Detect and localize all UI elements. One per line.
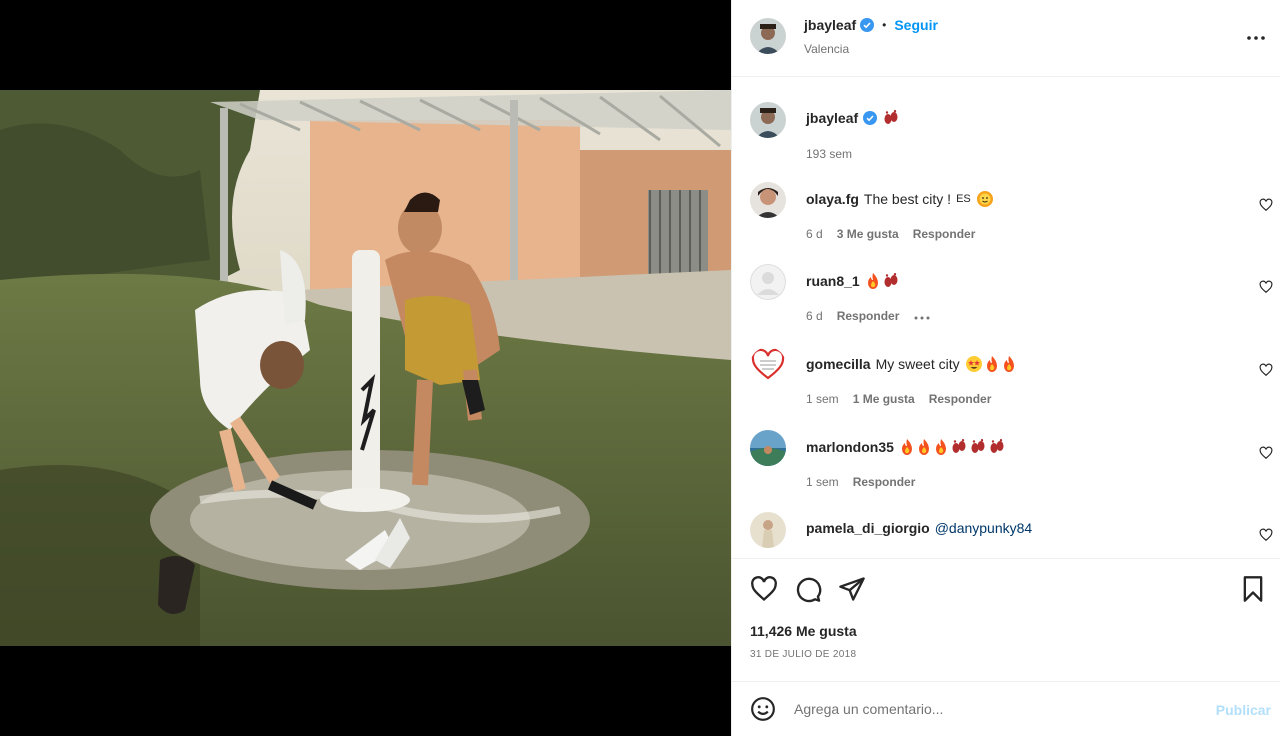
caption-avatar[interactable] xyxy=(750,102,786,138)
fire-icon xyxy=(1003,356,1014,372)
comment-avatar[interactable] xyxy=(750,430,786,466)
comment-time[interactable]: 6 d xyxy=(806,309,823,323)
reply-button[interactable]: Responder xyxy=(929,392,992,406)
heart-icon[interactable] xyxy=(1259,363,1273,377)
heart-icon[interactable] xyxy=(1259,198,1273,212)
comment-body: My sweet city xyxy=(875,356,960,372)
flag-es: ES xyxy=(956,193,971,205)
star-struck-icon xyxy=(965,356,982,372)
comment-input[interactable] xyxy=(794,696,1194,722)
comment-username[interactable]: gomecilla xyxy=(806,356,871,372)
comment-bubble-icon[interactable] xyxy=(794,575,822,603)
add-comment-bar: Publicar xyxy=(732,681,1280,736)
heart-icon[interactable] xyxy=(1259,280,1273,294)
caption-username[interactable]: jbayleaf xyxy=(806,110,858,126)
likes-count[interactable]: 11,426 Me gusta xyxy=(750,623,857,639)
like-heart-icon[interactable] xyxy=(750,575,778,603)
reply-button[interactable]: Responder xyxy=(837,309,900,323)
caption-meta: 193 sem xyxy=(806,147,852,161)
author-line: jbayleaf • Seguir xyxy=(804,17,938,33)
footprints-icon xyxy=(884,273,898,287)
comment-time[interactable]: 1 sem xyxy=(806,475,839,489)
fire-icon xyxy=(918,439,929,455)
emoji-group xyxy=(899,438,1006,456)
footprints-icon xyxy=(952,439,966,453)
footprints-icon xyxy=(990,439,1004,453)
fire-icon xyxy=(935,439,946,455)
comment-likes[interactable]: 1 Me gusta xyxy=(853,392,915,406)
emoji-group xyxy=(865,272,900,290)
comment-text: ruan8_1 xyxy=(806,272,900,290)
comment-options-icon[interactable] xyxy=(913,309,931,323)
reply-button[interactable]: Responder xyxy=(853,475,916,489)
caption-time[interactable]: 193 sem xyxy=(806,147,852,161)
verified-badge-icon xyxy=(860,18,875,32)
comment-text: pamela_di_giorgio @danypunky84 xyxy=(806,520,1032,536)
sun-face-icon xyxy=(976,190,994,208)
emoji-group xyxy=(965,355,1017,373)
post-photo[interactable] xyxy=(0,90,731,646)
more-options-icon[interactable] xyxy=(1244,26,1268,50)
share-send-icon[interactable] xyxy=(838,575,866,603)
comment-text: olaya.fg The best city ! ES xyxy=(806,190,994,208)
separator-dot: • xyxy=(882,18,887,32)
media-panel xyxy=(0,0,731,736)
comment-mention[interactable]: @danypunky84 xyxy=(935,520,1033,536)
fire-icon xyxy=(986,356,997,372)
comment-text: marlondon35 xyxy=(806,438,1006,456)
reply-button[interactable]: Responder xyxy=(913,227,976,241)
verified-badge-icon xyxy=(863,111,878,125)
post-actions: 11,426 Me gusta 31 de julio de 2018 xyxy=(732,558,1280,680)
follow-button[interactable]: Seguir xyxy=(894,17,938,33)
instagram-post-view: jbayleaf • Seguir Valencia jbayleaf 193 … xyxy=(0,0,1280,736)
author-avatar[interactable] xyxy=(750,18,786,54)
comment-meta: 6 d Responder xyxy=(806,309,931,323)
post-details-panel: jbayleaf • Seguir Valencia jbayleaf 193 … xyxy=(731,0,1280,736)
author-username[interactable]: jbayleaf xyxy=(804,17,856,33)
comment-username[interactable]: ruan8_1 xyxy=(806,273,860,289)
comment-username[interactable]: olaya.fg xyxy=(806,191,859,207)
comment-avatar[interactable] xyxy=(750,182,786,218)
comment-username[interactable]: pamela_di_giorgio xyxy=(806,520,930,536)
comment-text: gomecilla My sweet city xyxy=(806,355,1017,373)
comment-avatar[interactable] xyxy=(750,264,786,300)
comment-body: The best city ! xyxy=(863,191,952,207)
comment-meta: 1 sem 1 Me gusta Responder xyxy=(806,392,991,406)
post-date[interactable]: 31 de julio de 2018 xyxy=(750,649,856,660)
comment-time[interactable]: 6 d xyxy=(806,227,823,241)
comment-username[interactable]: marlondon35 xyxy=(806,439,894,455)
post-location[interactable]: Valencia xyxy=(804,42,849,56)
comment-meta: 1 sem Responder xyxy=(806,475,915,489)
post-header: jbayleaf • Seguir Valencia xyxy=(732,0,1280,77)
comments-list[interactable]: jbayleaf 193 sem olaya.fg The best city … xyxy=(732,78,1280,558)
comment-avatar[interactable] xyxy=(750,512,786,548)
footprints-icon xyxy=(971,439,985,453)
fire-icon xyxy=(901,439,912,455)
comment-time[interactable]: 1 sem xyxy=(806,392,839,406)
comment-likes[interactable]: 3 Me gusta xyxy=(837,227,899,241)
heart-icon[interactable] xyxy=(1259,528,1273,542)
fire-icon xyxy=(867,273,878,289)
comment-meta: 6 d 3 Me gusta Responder xyxy=(806,227,975,241)
emoji-smiley-icon[interactable] xyxy=(750,696,776,722)
caption-text: jbayleaf xyxy=(806,110,900,126)
heart-icon[interactable] xyxy=(1259,446,1273,460)
publish-button[interactable]: Publicar xyxy=(1216,702,1271,718)
footprints-icon xyxy=(882,110,900,126)
save-bookmark-icon[interactable] xyxy=(1239,575,1267,603)
comment-avatar[interactable] xyxy=(750,347,786,383)
